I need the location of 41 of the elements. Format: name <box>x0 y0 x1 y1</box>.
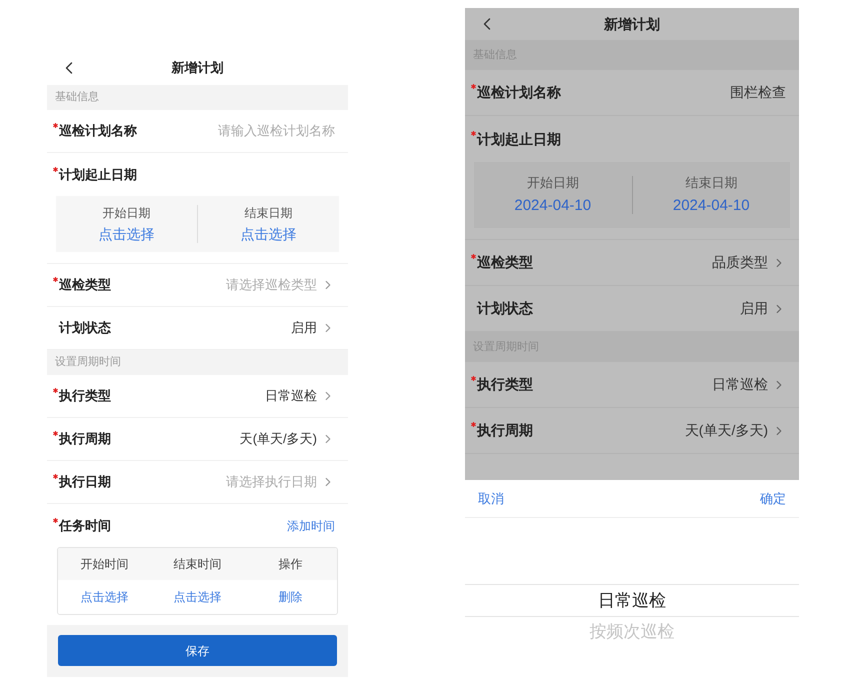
field-label: 巡检类型 <box>477 253 533 272</box>
text-input[interactable]: 围栏检查 <box>730 82 786 103</box>
select-field[interactable]: 天(单天/多天) <box>684 420 786 441</box>
save-button[interactable]: 保存 <box>58 635 337 666</box>
field-label: 执行周期 <box>59 430 111 448</box>
select-field[interactable]: 日常巡检 <box>265 386 335 406</box>
field-label: 巡检计划名称 <box>59 122 137 140</box>
confirm-button[interactable]: 确定 <box>760 488 786 508</box>
date-picker[interactable]: 开始日期 2024-04-10 <box>474 173 632 217</box>
select-field[interactable]: 品质类型 <box>712 252 786 273</box>
table-link[interactable]: 删除 <box>278 588 302 606</box>
table-link[interactable]: 点击选择 <box>80 588 128 606</box>
column-header: 开始时间 <box>80 556 130 573</box>
column-header: 操作 <box>278 556 304 573</box>
column-header: 结束时间 <box>172 556 222 573</box>
field-label: 计划状态 <box>59 319 111 338</box>
field-label: 计划起止日期 <box>477 130 561 148</box>
select-field[interactable]: 日常巡检 <box>712 374 786 395</box>
field-label: 执行周期 <box>477 421 533 440</box>
section-header: 设置周期时间 <box>47 350 348 375</box>
date-picker[interactable]: 结束日期 2024-04-10 <box>632 173 790 217</box>
select-field[interactable]: 天(单天/多天) <box>240 429 335 449</box>
select-field[interactable]: 启用 <box>291 318 335 338</box>
date-picker[interactable]: 开始日期 点击选择 <box>56 204 197 244</box>
section-header: 基础信息 <box>47 85 348 110</box>
add-time-link[interactable]: 添加时间 <box>287 516 335 534</box>
page-title: 新增计划 <box>172 58 224 77</box>
table-link[interactable]: 点击选择 <box>174 588 222 606</box>
field-label: 计划状态 <box>477 299 533 318</box>
page-title: 新增计划 <box>604 14 660 34</box>
field-label: 执行类型 <box>59 387 111 406</box>
field-label: 任务时间 <box>59 516 111 535</box>
field-label: 执行类型 <box>477 375 533 394</box>
field-label: 计划起止日期 <box>59 166 137 184</box>
field-label: 执行日期 <box>59 473 111 492</box>
date-picker[interactable]: 结束日期 点击选择 <box>198 204 339 244</box>
select-field[interactable]: 启用 <box>740 298 786 319</box>
field-label: 巡检计划名称 <box>477 83 561 102</box>
field-label: 巡检类型 <box>59 276 111 294</box>
picker-option[interactable]: 日常巡检 <box>465 584 799 617</box>
cancel-button[interactable]: 取消 <box>478 488 504 508</box>
